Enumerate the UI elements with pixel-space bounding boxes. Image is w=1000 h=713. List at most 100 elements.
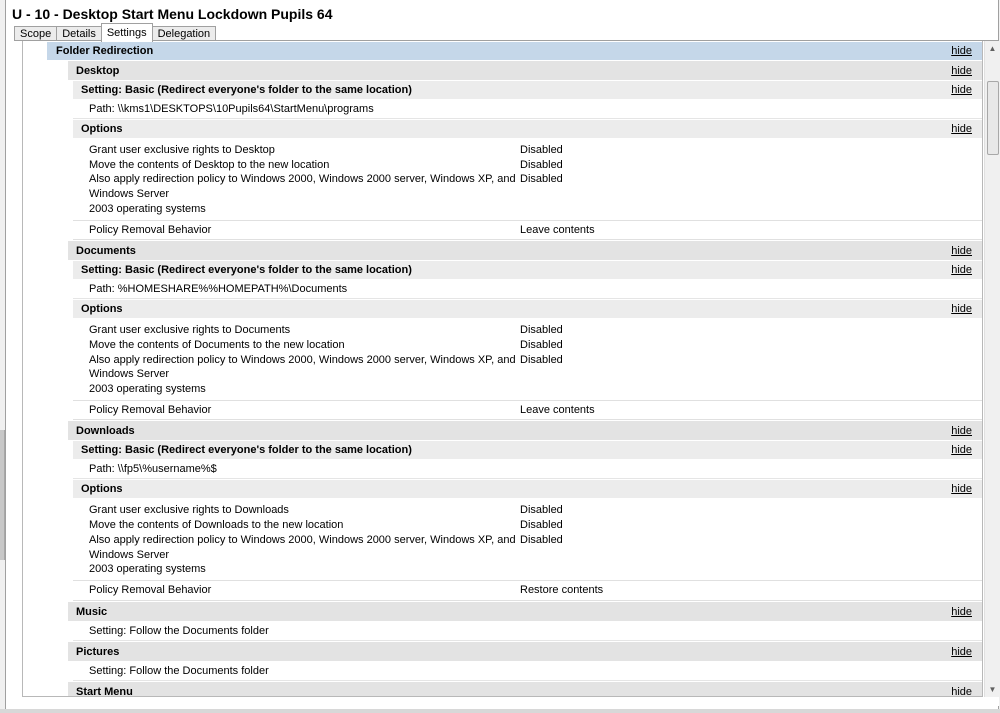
subsection-title: Downloads — [76, 425, 135, 438]
option-label: 2003 operating systems — [89, 383, 206, 396]
option-row: Policy Removal Behavior Leave contents — [73, 223, 982, 238]
option-value: Disabled — [520, 173, 563, 186]
path-row: Path: \\kms1\DESKTOPS\10Pupils64\StartMe… — [73, 99, 982, 119]
option-row: Also apply redirection policy to Windows… — [73, 533, 982, 562]
option-row: 2003 operating systems — [73, 202, 982, 217]
tab-settings[interactable]: Settings — [100, 23, 153, 42]
options-title: Options — [81, 303, 123, 316]
option-label: Grant user exclusive rights to Desktop — [89, 144, 275, 156]
subsection-header-start-menu: Start Menu hide — [68, 680, 982, 697]
option-label: Move the contents of Documents to the ne… — [89, 338, 345, 351]
option-label: Policy Removal Behavior — [89, 403, 212, 416]
option-row: 2003 operating systems — [73, 382, 982, 397]
subsection-header-music: Music hide — [68, 600, 982, 622]
hide-link[interactable]: hide — [951, 421, 972, 441]
option-row: Move the contents of Downloads to the ne… — [73, 518, 982, 533]
option-row: Grant user exclusive rights to Documents… — [73, 323, 982, 338]
option-label: Also apply redirection policy to Windows… — [89, 353, 516, 381]
setting-header-basic: Setting: Basic (Redirect everyone's fold… — [73, 440, 982, 460]
section-title: Folder Redirection — [56, 45, 154, 57]
option-value: Disabled — [520, 144, 563, 156]
option-row: Policy Removal Behavior Leave contents — [73, 403, 982, 418]
option-row: Move the contents of Desktop to the new … — [73, 158, 982, 173]
hide-link[interactable]: hide — [951, 480, 972, 499]
option-row: Also apply redirection policy to Windows… — [73, 353, 982, 382]
section-header-folder-redirection: Folder Redirection hide — [47, 41, 982, 60]
gpo-title: U - 10 - Desktop Start Menu Lockdown Pup… — [12, 6, 333, 22]
subsection-title: Music — [76, 605, 108, 618]
setting-row: Setting: Follow the Documents folder — [73, 621, 982, 641]
option-value: Restore contents — [520, 583, 604, 596]
hide-link[interactable]: hide — [951, 42, 972, 61]
setting-title: Setting: Basic (Redirect everyone's fold… — [81, 264, 412, 277]
setting-row: Setting: Follow the Documents folder — [73, 661, 982, 681]
hide-link[interactable]: hide — [951, 300, 972, 319]
option-label: Policy Removal Behavior — [89, 223, 212, 236]
hide-link[interactable]: hide — [951, 261, 972, 280]
pane-splitter[interactable] — [0, 430, 5, 560]
options-table: Grant user exclusive rights to Downloads… — [73, 498, 982, 581]
tab-strip: Scope Details Settings Delegation — [14, 23, 217, 42]
setting-title: Setting: Basic (Redirect everyone's fold… — [81, 84, 412, 96]
options-table: Grant user exclusive rights to Documents… — [73, 318, 982, 401]
options-header: Options hide — [73, 479, 982, 499]
option-row: 2003 operating systems — [73, 562, 982, 577]
option-label: Also apply redirection policy to Windows… — [89, 533, 516, 561]
option-value — [520, 382, 820, 397]
option-row: Move the contents of Documents to the ne… — [73, 338, 982, 353]
removal-behavior-table: Policy Removal Behavior Restore contents — [73, 581, 982, 601]
settings-tab-panel: Folder Redirection hide Desktop hide Set… — [14, 40, 999, 706]
hide-link[interactable]: hide — [951, 642, 972, 662]
scrollbar-thumb[interactable] — [987, 81, 999, 155]
option-value: Disabled — [520, 338, 563, 351]
subsection-title: Pictures — [76, 645, 120, 658]
option-label: Grant user exclusive rights to Documents — [89, 324, 291, 337]
window-bottom-edge — [0, 709, 1000, 713]
option-label: Also apply redirection policy to Windows… — [89, 173, 516, 201]
setting-header-basic: Setting: Basic (Redirect everyone's fold… — [73, 260, 982, 280]
option-row: Policy Removal Behavior Restore contents — [73, 583, 982, 598]
option-value: Disabled — [520, 504, 563, 517]
option-label: 2003 operating systems — [89, 563, 206, 576]
hide-link[interactable]: hide — [951, 441, 972, 460]
vertical-scrollbar[interactable]: ▲ ▼ — [984, 41, 999, 697]
option-label: Grant user exclusive rights to Downloads — [89, 504, 289, 517]
hide-link[interactable]: hide — [951, 61, 972, 81]
options-table: Grant user exclusive rights to Desktop D… — [73, 138, 982, 221]
setting-title: Setting: Basic (Redirect everyone's fold… — [81, 444, 412, 457]
hide-link[interactable]: hide — [951, 241, 972, 261]
report-content: Folder Redirection hide Desktop hide Set… — [23, 41, 982, 697]
options-header: Options hide — [73, 299, 982, 319]
options-title: Options — [81, 483, 123, 496]
subsection-title: Start Menu — [76, 685, 133, 697]
removal-behavior-table: Policy Removal Behavior Leave contents — [73, 221, 982, 241]
subsection-header-desktop: Desktop hide — [68, 60, 982, 80]
path-row: Path: \\fp5\%username%$ — [73, 459, 982, 480]
option-row: Also apply redirection policy to Windows… — [73, 172, 982, 201]
scroll-up-arrow-icon[interactable]: ▲ — [985, 41, 1000, 56]
option-value — [520, 202, 820, 217]
option-value: Disabled — [520, 533, 563, 546]
option-value: Disabled — [520, 158, 563, 171]
setting-header-basic: Setting: Basic (Redirect everyone's fold… — [73, 80, 982, 99]
option-label: Move the contents of Downloads to the ne… — [89, 519, 344, 532]
hide-link[interactable]: hide — [951, 682, 972, 696]
option-value: Disabled — [520, 324, 563, 337]
hide-link[interactable]: hide — [951, 602, 972, 622]
hide-link[interactable]: hide — [951, 81, 972, 100]
subsection-title: Desktop — [76, 65, 120, 77]
option-value — [520, 562, 820, 577]
subsection-header-downloads: Downloads hide — [68, 420, 982, 441]
options-header: Options hide — [73, 119, 982, 138]
option-row: Grant user exclusive rights to Downloads… — [73, 503, 982, 518]
option-value: Disabled — [520, 519, 563, 532]
option-row: Grant user exclusive rights to Desktop D… — [73, 143, 982, 158]
option-label: Move the contents of Desktop to the new … — [89, 158, 330, 171]
removal-behavior-table: Policy Removal Behavior Leave contents — [73, 401, 982, 421]
option-label: Policy Removal Behavior — [89, 583, 212, 596]
scroll-down-arrow-icon[interactable]: ▼ — [985, 682, 1000, 697]
hide-link[interactable]: hide — [951, 120, 972, 139]
settings-report: Folder Redirection hide Desktop hide Set… — [22, 41, 983, 697]
path-row: Path: %HOMESHARE%%HOMEPATH%\Documents — [73, 279, 982, 300]
option-value: Leave contents — [520, 223, 595, 236]
